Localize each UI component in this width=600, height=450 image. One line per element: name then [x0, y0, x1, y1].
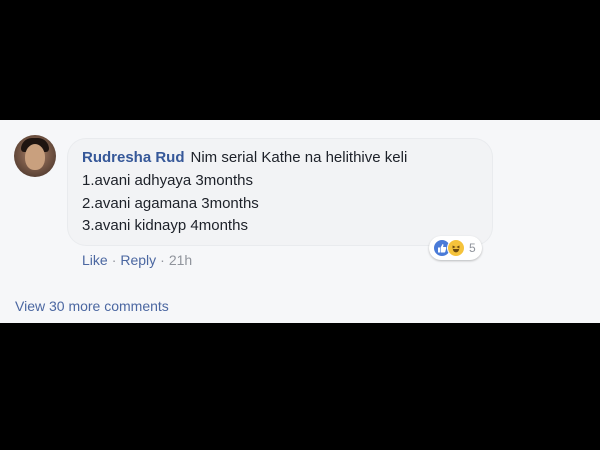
comment-author[interactable]: Rudresha Rud [82, 149, 185, 166]
comment-text-line1: Nim serial Kathe na helithive keli [190, 149, 408, 166]
comment-timestamp[interactable]: 21h [169, 252, 192, 268]
like-button[interactable]: Like [82, 252, 108, 268]
comment-actions: Like · Reply · 21h [82, 252, 192, 268]
avatar-face [25, 144, 45, 170]
reply-button[interactable]: Reply [120, 252, 156, 268]
comment-text-line3: 2.avani agamana 3months [82, 195, 259, 212]
haha-reaction-icon [447, 239, 465, 257]
avatar[interactable] [14, 135, 56, 177]
comment-text-line2: 1.avani adhyaya 3months [82, 172, 253, 189]
separator-dot: · [111, 252, 117, 268]
reaction-count: 5 [469, 241, 476, 255]
reactions-summary[interactable]: 5 [429, 236, 482, 260]
comment-text-line4: 3.avani kidnayp 4months [82, 217, 248, 234]
comment-first-line: Rudresha Rud Nim serial Kathe na helithiv… [82, 149, 407, 166]
separator-dot: · [160, 252, 165, 268]
view-more-comments-link[interactable]: View 30 more comments [15, 298, 169, 314]
